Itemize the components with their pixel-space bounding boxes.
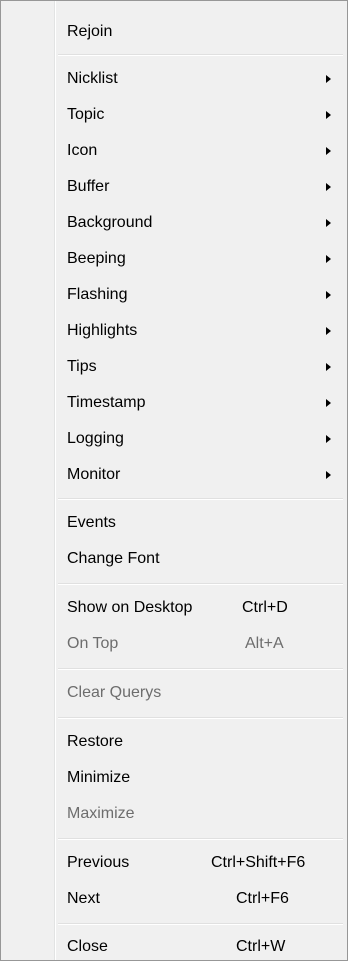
menu-item-label: Flashing xyxy=(67,286,128,303)
menu-item-clear-querys: Clear Querys xyxy=(56,676,345,710)
menu-item-shortcut: Ctrl+Shift+F6 xyxy=(211,854,306,871)
menu-item-label: Logging xyxy=(67,430,124,447)
menu-item-label: Restore xyxy=(67,733,124,750)
menu-item-label: Beeping xyxy=(67,250,126,267)
menu-item-label: Monitor xyxy=(67,466,121,483)
submenu-arrow-icon xyxy=(326,399,331,407)
menu-item-timestamp[interactable]: Timestamp xyxy=(56,386,345,420)
menu-item-close[interactable]: Close Ctrl+W xyxy=(56,930,345,964)
menu-item-label: Events xyxy=(67,514,116,531)
menu-separator xyxy=(58,54,343,56)
menu-item-label: Timestamp xyxy=(67,394,146,411)
menu-icon-gutter xyxy=(1,1,56,960)
submenu-arrow-icon xyxy=(326,291,331,299)
menu-item-on-top: On Top Alt+A xyxy=(56,627,345,661)
menu-item-background[interactable]: Background xyxy=(56,206,345,240)
menu-item-buffer[interactable]: Buffer xyxy=(56,170,345,204)
menu-item-events[interactable]: Events xyxy=(56,506,345,540)
submenu-arrow-icon xyxy=(326,435,331,443)
menu-item-maximize: Maximize xyxy=(56,797,345,831)
menu-item-label: Maximize xyxy=(67,805,135,822)
menu-item-previous[interactable]: Previous Ctrl+Shift+F6 xyxy=(56,846,345,880)
menu-item-change-font[interactable]: Change Font xyxy=(56,542,345,576)
menu-separator xyxy=(58,583,343,585)
menu-item-monitor[interactable]: Monitor xyxy=(56,458,345,492)
menu-item-label: Rejoin xyxy=(67,23,113,40)
menu-item-label: Tips xyxy=(67,358,97,375)
menu-separator xyxy=(58,838,343,840)
menu-item-topic[interactable]: Topic xyxy=(56,98,345,132)
menu-item-restore[interactable]: Restore xyxy=(56,725,345,759)
menu-item-tips[interactable]: Tips xyxy=(56,350,345,384)
menu-item-shortcut: Ctrl+W xyxy=(236,938,286,955)
menu-item-beeping[interactable]: Beeping xyxy=(56,242,345,276)
menu-item-shortcut: Ctrl+F6 xyxy=(236,890,289,907)
menu-item-logging[interactable]: Logging xyxy=(56,422,345,456)
submenu-arrow-icon xyxy=(326,111,331,119)
menu-item-next[interactable]: Next Ctrl+F6 xyxy=(56,882,345,916)
menu-item-icon[interactable]: Icon xyxy=(56,134,345,168)
menu-separator xyxy=(58,923,343,925)
menu-item-nicklist[interactable]: Nicklist xyxy=(56,62,345,96)
menu-item-label: Change Font xyxy=(67,550,160,567)
submenu-arrow-icon xyxy=(326,183,331,191)
menu-item-label: Background xyxy=(67,214,153,231)
submenu-arrow-icon xyxy=(326,363,331,371)
menu-item-label: Nicklist xyxy=(67,70,118,87)
context-menu: Rejoin Nicklist Topic Icon Buffer Backgr… xyxy=(0,0,348,961)
menu-item-label: Next xyxy=(67,890,100,907)
menu-item-label: Buffer xyxy=(67,178,110,195)
submenu-arrow-icon xyxy=(326,471,331,479)
submenu-arrow-icon xyxy=(326,75,331,83)
menu-item-shortcut: Alt+A xyxy=(245,635,284,652)
submenu-arrow-icon xyxy=(326,255,331,263)
menu-item-shortcut: Ctrl+D xyxy=(242,599,288,616)
menu-item-label: Minimize xyxy=(67,769,131,786)
menu-item-minimize[interactable]: Minimize xyxy=(56,761,345,795)
menu-item-highlights[interactable]: Highlights xyxy=(56,314,345,348)
menu-item-label: Previous xyxy=(67,854,130,871)
menu-item-label: Close xyxy=(67,938,108,955)
menu-item-flashing[interactable]: Flashing xyxy=(56,278,345,312)
menu-item-label: Icon xyxy=(67,142,98,159)
menu-item-rejoin[interactable]: Rejoin xyxy=(56,15,345,49)
submenu-arrow-icon xyxy=(326,219,331,227)
menu-separator xyxy=(58,717,343,719)
submenu-arrow-icon xyxy=(326,327,331,335)
menu-separator xyxy=(58,668,343,670)
menu-item-label: Clear Querys xyxy=(67,684,162,701)
menu-item-label: Show on Desktop xyxy=(67,599,193,616)
menu-item-show-on-desktop[interactable]: Show on Desktop Ctrl+D xyxy=(56,591,345,625)
submenu-arrow-icon xyxy=(326,147,331,155)
menu-item-label: On Top xyxy=(67,635,119,652)
menu-item-label: Highlights xyxy=(67,322,138,339)
menu-item-label: Topic xyxy=(67,106,105,123)
menu-separator xyxy=(58,498,343,500)
